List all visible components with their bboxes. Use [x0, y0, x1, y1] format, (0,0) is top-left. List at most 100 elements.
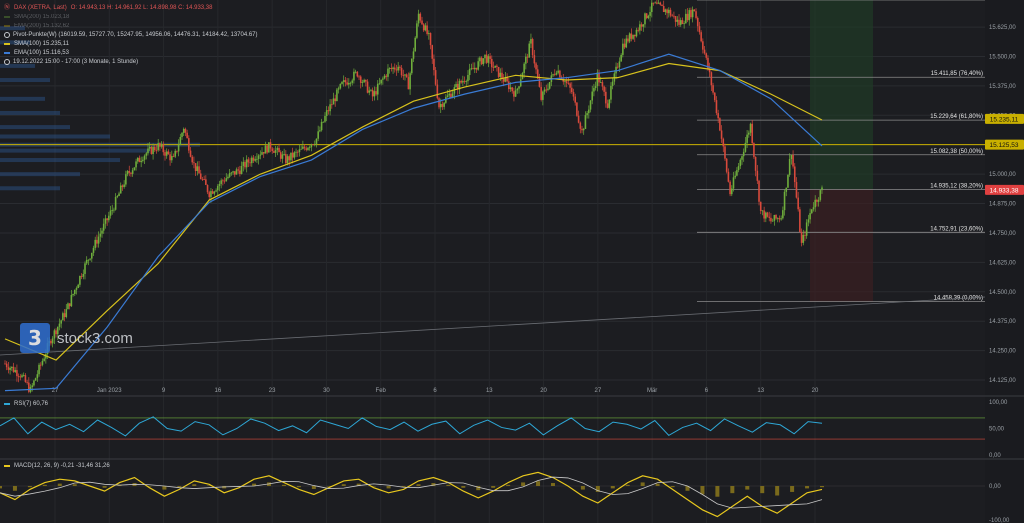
candle-body [439, 103, 442, 108]
candle-body [598, 72, 600, 83]
candle-body [698, 26, 701, 33]
candle-body [79, 275, 81, 285]
candle-body [434, 70, 437, 85]
candle-body [691, 9, 694, 18]
candle-body [467, 74, 469, 82]
candle-body [63, 313, 66, 318]
candle-body [492, 67, 495, 68]
candle-body [720, 130, 723, 139]
candle-body [274, 150, 277, 153]
legend-ema200[interactable]: EMA(200) 15.132,62 [14, 23, 69, 29]
candle-body [322, 121, 325, 123]
candle-body [416, 23, 418, 38]
candle-body [695, 11, 697, 18]
candle-body [194, 163, 197, 172]
candle-body [320, 122, 323, 131]
volume-profile-bar [0, 110, 60, 115]
candle-body [247, 159, 250, 163]
candle-body [579, 122, 582, 129]
candle-body [104, 218, 107, 224]
candle-body [337, 88, 340, 90]
y-tick-label: 15.375,00 [989, 84, 1016, 90]
candle-body [739, 159, 742, 167]
candle-body [383, 75, 386, 79]
candle-body [145, 153, 148, 156]
symbol-name[interactable]: DAX (XETRA, Last) [14, 5, 67, 11]
candle-body [307, 147, 309, 150]
candle-body [365, 79, 367, 82]
candle-body [281, 154, 284, 159]
candle-body [239, 170, 241, 174]
candle-body [623, 43, 626, 48]
legend-sma200[interactable]: SMA(200) 15.023,18 [14, 14, 69, 20]
candle-body [17, 376, 20, 377]
rsi-legend-label[interactable]: RSI(7) 60,76 [14, 401, 48, 407]
candle-body [659, 2, 662, 5]
macd-histogram-bar [775, 486, 780, 496]
candle-body [557, 70, 559, 73]
candle-body [409, 73, 411, 90]
candle-body [809, 213, 811, 220]
candle-body [206, 184, 209, 193]
candle-body [523, 63, 525, 74]
candle-body [645, 13, 648, 19]
candle-body [654, 2, 656, 4]
chart-legend: Ⓝ DAX (XETRA, Last) O: 14.943,13 H: 14.961… [4, 3, 262, 66]
candle-body [601, 82, 604, 87]
candle-body [113, 209, 115, 211]
candle-body [685, 13, 687, 24]
candle-body [771, 220, 774, 222]
legend-ema100[interactable]: EMA(100) 15.116,53 [14, 50, 69, 56]
macd-histogram-bar [12, 486, 17, 491]
macd-legend-label[interactable]: MACD(12, 26, 9) -0,21 -31,46 31,26 [14, 463, 110, 469]
candle-body [230, 172, 233, 174]
candle-body [382, 78, 384, 80]
candle-body [358, 76, 360, 78]
candle-body [511, 87, 514, 92]
stop-zone [810, 189, 873, 302]
macd-histogram-bar [27, 486, 32, 488]
candle-body [514, 90, 517, 97]
rsi-legend: RSI(7) 60,76 [4, 401, 52, 407]
candle-body [688, 10, 691, 21]
candle-body [724, 146, 726, 159]
candle-body [746, 134, 748, 143]
candle-body [116, 196, 119, 197]
candle-body [4, 363, 6, 365]
candle-body [329, 104, 331, 112]
candle-body [499, 72, 502, 77]
candle-body [605, 91, 607, 104]
candle-body [249, 162, 251, 164]
candle-body [429, 33, 432, 46]
candle-body [7, 367, 10, 370]
candle-body [400, 67, 403, 76]
rsi-tick-label: 100,00 [989, 400, 1008, 406]
candle-body [589, 100, 592, 110]
candle-body [215, 190, 217, 192]
candle-body [101, 230, 103, 234]
candle-body [313, 143, 316, 145]
candle-body [574, 96, 576, 103]
candle-body [26, 381, 28, 383]
candle-body [559, 70, 561, 78]
candle-body [199, 173, 202, 180]
legend-pivot[interactable]: Pivot-Punkte(W) (16019.59, 15727.70, 152… [13, 32, 258, 38]
legend-sma100[interactable]: SMA(100) 15.235,11 [14, 41, 69, 47]
candle-body [38, 364, 40, 375]
candle-body [606, 103, 609, 108]
candle-body [489, 56, 491, 59]
candle-body [186, 132, 188, 139]
candle-body [782, 210, 784, 219]
candle-body [460, 80, 462, 83]
candle-body [618, 61, 621, 68]
macd-histogram-bar [192, 484, 197, 486]
macd-histogram-bar [745, 486, 750, 490]
macd-histogram-bar [820, 486, 824, 488]
candle-body [159, 143, 161, 147]
candle-body [535, 63, 537, 70]
candle-body [730, 188, 733, 195]
candle-body [164, 152, 166, 156]
candle-body [402, 75, 405, 77]
candle-body [261, 152, 263, 155]
candle-body [681, 20, 684, 25]
